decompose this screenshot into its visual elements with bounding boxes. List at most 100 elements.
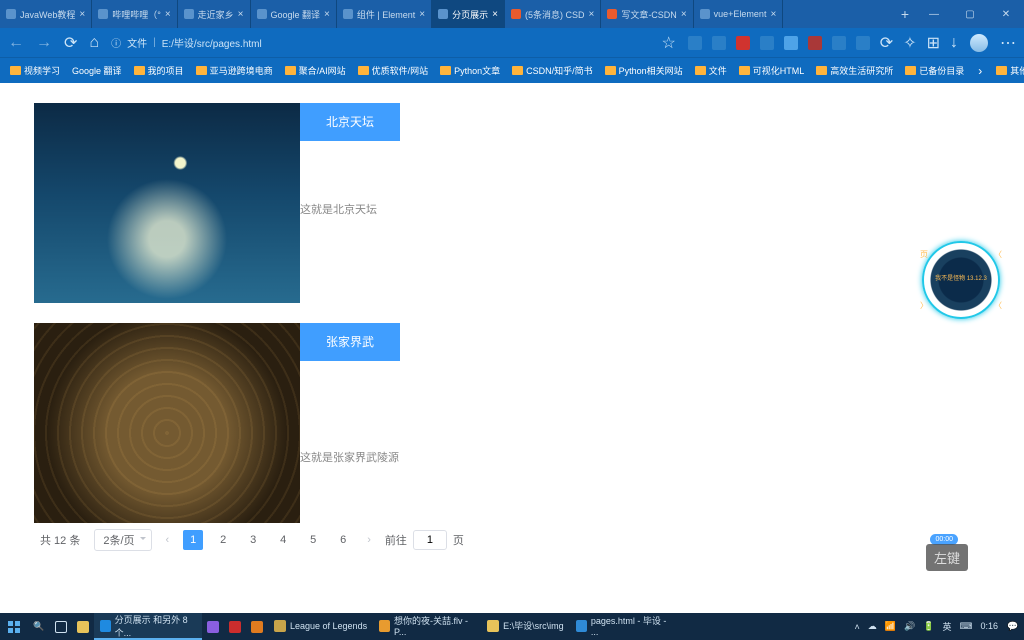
star-icon[interactable]: ☆ (661, 33, 675, 53)
bookmark-folder[interactable]: 高效生活研究所 (812, 64, 897, 77)
download-icon[interactable]: ↓ (950, 34, 958, 52)
goto-input[interactable] (413, 530, 447, 550)
bookmarks-overflow[interactable]: › (972, 64, 988, 78)
tab-label: JavaWeb教程 (20, 8, 75, 21)
page-number[interactable]: 4 (273, 530, 293, 550)
tray-chevron-icon[interactable]: ˄ (855, 622, 860, 632)
ext-icon[interactable] (832, 36, 846, 50)
bookmark-folder[interactable]: 优质软件/网站 (354, 64, 433, 77)
close-icon[interactable]: × (165, 9, 171, 20)
close-icon[interactable]: × (492, 9, 498, 20)
app-label: pages.html - 毕设 - ... (591, 614, 672, 637)
page-number[interactable]: 6 (333, 530, 353, 550)
wifi-icon[interactable]: 📶 (885, 621, 896, 632)
close-icon[interactable]: × (770, 9, 776, 20)
taskbar-app[interactable]: 想你的夜-关喆.flv - P... (373, 613, 481, 640)
tab-5[interactable]: 分页展示× (432, 0, 505, 28)
close-icon[interactable]: × (324, 9, 330, 20)
app-label: 想你的夜-关喆.flv - P... (394, 614, 475, 637)
taskbar-app[interactable]: League of Legends (268, 613, 373, 640)
bookmark-folder[interactable]: 可视化HTML (735, 64, 809, 77)
tab-7[interactable]: 写文章-CSDN× (601, 0, 693, 28)
page-number[interactable]: 1 (183, 530, 203, 550)
bookmark-folder[interactable]: Python文章 (436, 64, 504, 77)
tab-0[interactable]: JavaWeb教程 × (0, 0, 92, 28)
new-tab-button[interactable]: + (894, 0, 916, 28)
app-icon (487, 620, 499, 632)
bookmark-folder[interactable]: 已备份目录 (901, 64, 968, 77)
page-number[interactable]: 5 (303, 530, 323, 550)
ext-icon[interactable] (856, 36, 870, 50)
notifications-icon[interactable]: 💬 (1002, 621, 1024, 632)
close-icon[interactable]: × (419, 9, 425, 20)
tab-6[interactable]: (5条消息) CSD× (505, 0, 601, 28)
page-number[interactable]: 3 (243, 530, 263, 550)
url-field[interactable]: ⓘ 文件 | E:/毕设/src/pages.html (111, 35, 649, 50)
battery-icon[interactable]: 🔋 (923, 621, 934, 632)
reader-icon[interactable]: ✧ (903, 33, 916, 53)
page-number[interactable]: 2 (213, 530, 233, 550)
taskbar-app[interactable]: 分页展示 和另外 8 个... (94, 613, 202, 640)
tab-1[interactable]: 哔哩哔哩（°× (92, 0, 177, 28)
profile-avatar[interactable] (970, 34, 988, 52)
app-icon (274, 620, 286, 632)
taskbar-app[interactable] (202, 621, 224, 633)
card-description: 这就是张家界武陵源 (300, 449, 1024, 465)
tab-3[interactable]: Google 翻译× (251, 0, 337, 28)
tab-4[interactable]: 组件 | Element× (337, 0, 432, 28)
bookmark-item[interactable]: Google 翻译 (68, 64, 126, 77)
home-icon[interactable]: ⌂ (89, 34, 99, 52)
prev-page-button[interactable]: ‹ (166, 534, 170, 546)
close-icon[interactable]: × (681, 9, 687, 20)
ext-icon[interactable] (808, 36, 822, 50)
taskbar-app[interactable] (246, 621, 268, 633)
forward-icon[interactable]: → (36, 34, 52, 52)
bookmark-folder[interactable]: 我的项目 (130, 64, 188, 77)
next-page-button[interactable]: › (367, 534, 371, 546)
menu-icon[interactable]: ⋯ (1000, 33, 1016, 53)
tab-8[interactable]: vue+Element× (694, 0, 784, 28)
reload-icon[interactable]: ⟳ (64, 33, 77, 53)
tab-2[interactable]: 走近家乡× (178, 0, 251, 28)
bookmark-folder[interactable]: 亚马逊跨境电商 (192, 64, 277, 77)
bookmark-folder[interactable]: CSDN/知乎/简书 (508, 64, 597, 77)
card-image (34, 103, 300, 303)
close-window-button[interactable]: ✕ (988, 0, 1024, 28)
other-bookmarks[interactable]: 其他收藏夹 (992, 64, 1024, 77)
ext-icon[interactable] (760, 36, 774, 50)
ext-icon[interactable] (688, 36, 702, 50)
bookmark-folder[interactable]: 文件 (691, 64, 731, 77)
ext-icon[interactable] (712, 36, 726, 50)
close-icon[interactable]: × (238, 9, 244, 20)
ime-icon[interactable]: ⌨ (959, 621, 972, 632)
bookmark-folder[interactable]: 视频学习 (6, 64, 64, 77)
back-icon[interactable]: ← (8, 34, 24, 52)
taskbar-app[interactable]: E:\毕设\src\img (481, 613, 570, 640)
search-icon[interactable]: 🔍 (28, 621, 50, 632)
taskbar-app[interactable] (224, 621, 246, 633)
widget-corner: 〈 (994, 249, 1002, 260)
close-icon[interactable]: × (79, 9, 85, 20)
volume-icon[interactable]: 🔊 (904, 621, 915, 632)
ext-icon[interactable] (736, 36, 750, 50)
tray-icon[interactable]: ☁ (868, 621, 877, 632)
page-size-select[interactable]: 2条/页 (94, 529, 151, 551)
explorer-icon[interactable] (72, 621, 94, 633)
taskbar-app[interactable]: pages.html - 毕设 - ... (570, 613, 678, 640)
close-icon[interactable]: × (588, 9, 594, 20)
sync-icon[interactable]: ⟳ (880, 33, 893, 53)
ime-indicator[interactable]: 英 (942, 620, 951, 633)
start-button[interactable] (0, 621, 28, 633)
pagination-total: 共 12 条 (40, 532, 80, 548)
ext-icon[interactable] (784, 36, 798, 50)
floating-widget[interactable]: 页 〈 〉 〈 我不是怪物 13.12.3 (922, 241, 1000, 319)
taskbar-clock[interactable]: 0:16 (980, 622, 1002, 631)
bookmark-folder[interactable]: 聚合/AI网站 (281, 64, 350, 77)
minimize-button[interactable]: — (916, 0, 952, 28)
task-view-icon[interactable] (50, 621, 72, 633)
bookmark-folder[interactable]: Python相关网站 (601, 64, 687, 77)
maximize-button[interactable]: ▢ (952, 0, 988, 28)
collections-icon[interactable]: ⊞ (927, 33, 940, 53)
system-tray[interactable]: ˄ ☁ 📶 🔊 🔋 英 ⌨ (847, 620, 981, 633)
clock-time: 0:16 (980, 622, 998, 631)
